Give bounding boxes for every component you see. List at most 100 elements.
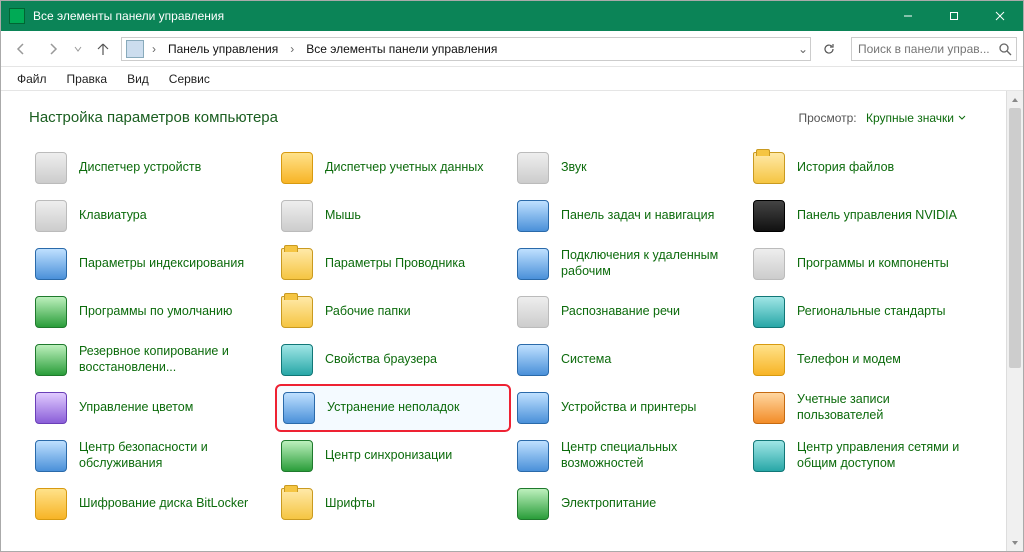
device-manager-icon [35,152,67,184]
item-label: Центр управления сетями и общим доступом [797,440,979,471]
recent-dropdown[interactable] [71,35,85,63]
item-sync-center[interactable]: Центр синхронизации [275,432,511,480]
page-title: Настройка параметров компьютера [29,109,278,126]
troubleshooting-icon [283,392,315,424]
bitlocker-icon [35,488,67,520]
breadcrumb-seg-1[interactable]: Панель управления [164,42,282,56]
item-keyboard[interactable]: Клавиатура [29,192,275,240]
item-fonts[interactable]: Шрифты [275,480,511,528]
credential-manager-icon [281,152,313,184]
forward-button[interactable] [39,35,67,63]
item-backup[interactable]: Резервное копирование и восстановлени... [29,336,275,384]
scroll-down-button[interactable] [1007,534,1023,551]
menubar: Файл Правка Вид Сервис [1,67,1023,91]
item-sound[interactable]: Звук [511,144,747,192]
item-label: Электропитание [561,496,656,512]
window-title: Все элементы панели управления [33,9,224,23]
up-button[interactable] [89,35,117,63]
color-icon [35,392,67,424]
item-programs[interactable]: Программы и компоненты [747,240,983,288]
item-ease-of-access[interactable]: Центр специальных возможностей [511,432,747,480]
scrollbar[interactable] [1006,91,1023,551]
globe-icon [753,296,785,328]
item-user-accounts[interactable]: Учетные записи пользователей [747,384,983,432]
search-box[interactable] [851,37,1017,61]
item-devices-printers[interactable]: Устройства и принтеры [511,384,747,432]
item-network-sharing[interactable]: Центр управления сетями и общим доступом [747,432,983,480]
maximize-button[interactable] [931,1,977,31]
search-icon [998,42,1012,56]
scroll-track[interactable] [1007,108,1023,534]
item-label: Панель задач и навигация [561,208,714,224]
refresh-button[interactable] [815,37,843,61]
item-nvidia[interactable]: Панель управления NVIDIA [747,192,983,240]
item-default-programs[interactable]: Программы по умолчанию [29,288,275,336]
scroll-thumb[interactable] [1009,108,1021,368]
item-label: Центр безопасности и обслуживания [79,440,271,471]
remote-desktop-icon [517,248,549,280]
item-mouse[interactable]: Мышь [275,192,511,240]
navbar: › Панель управления › Все элементы панел… [1,31,1023,67]
item-device-manager[interactable]: Диспетчер устройств [29,144,275,192]
minimize-button[interactable] [885,1,931,31]
speaker-icon [517,152,549,184]
item-security-maintenance[interactable]: Центр безопасности и обслуживания [29,432,275,480]
close-button[interactable] [977,1,1023,31]
system-icon [517,344,549,376]
view-label: Просмотр: [798,111,856,125]
item-taskbar[interactable]: Панель задач и навигация [511,192,747,240]
item-troubleshooting[interactable]: Устранение неполадок [275,384,511,432]
item-file-history[interactable]: История файлов [747,144,983,192]
chevron-right-icon: › [150,42,158,56]
item-label: Программы и компоненты [797,256,949,272]
item-label: Распознавание речи [561,304,680,320]
item-power-options[interactable]: Электропитание [511,480,747,528]
item-label: Рабочие папки [325,304,411,320]
item-credential-manager[interactable]: Диспетчер учетных данных [275,144,511,192]
user-accounts-icon [753,392,785,424]
view-mode-dropdown[interactable]: Крупные значки [866,111,966,125]
item-label: Диспетчер учетных данных [325,160,484,176]
default-programs-icon [35,296,67,328]
item-label: Мышь [325,208,361,224]
search-input[interactable] [856,41,992,57]
menu-view[interactable]: Вид [119,70,157,88]
item-label: Шифрование диска BitLocker [79,496,248,512]
backup-icon [35,344,67,376]
item-label: Параметры Проводника [325,256,465,272]
work-folders-icon [281,296,313,328]
item-bitlocker[interactable]: Шифрование диска BitLocker [29,480,275,528]
item-phone-modem[interactable]: Телефон и модем [747,336,983,384]
menu-tools[interactable]: Сервис [161,70,218,88]
address-bar[interactable]: › Панель управления › Все элементы панел… [121,37,811,61]
breadcrumb-seg-2[interactable]: Все элементы панели управления [302,42,501,56]
item-remote-desktop[interactable]: Подключения к удаленным рабочим [511,240,747,288]
mouse-icon [281,200,313,232]
chevron-right-icon: › [288,42,296,56]
item-indexing[interactable]: Параметры индексирования [29,240,275,288]
menu-edit[interactable]: Правка [59,70,116,88]
nvidia-icon [753,200,785,232]
chevron-down-icon[interactable]: ⌄ [798,42,808,56]
fonts-icon [281,488,313,520]
item-system[interactable]: Система [511,336,747,384]
item-label: Учетные записи пользователей [797,392,979,423]
item-color-mgmt[interactable]: Управление цветом [29,384,275,432]
menu-file[interactable]: Файл [9,70,55,88]
view-selector: Просмотр: Крупные значки [798,111,966,125]
window-controls [885,1,1023,31]
control-panel-small-icon [126,40,144,58]
item-speech[interactable]: Распознавание речи [511,288,747,336]
item-internet-options[interactable]: Свойства браузера [275,336,511,384]
item-work-folders[interactable]: Рабочие папки [275,288,511,336]
keyboard-icon [35,200,67,232]
item-explorer-options[interactable]: Параметры Проводника [275,240,511,288]
sync-icon [281,440,313,472]
content: Настройка параметров компьютера Просмотр… [1,91,1006,551]
indexing-icon [35,248,67,280]
file-history-icon [753,152,785,184]
item-region[interactable]: Региональные стандарты [747,288,983,336]
scroll-up-button[interactable] [1007,91,1023,108]
back-button[interactable] [7,35,35,63]
phone-icon [753,344,785,376]
